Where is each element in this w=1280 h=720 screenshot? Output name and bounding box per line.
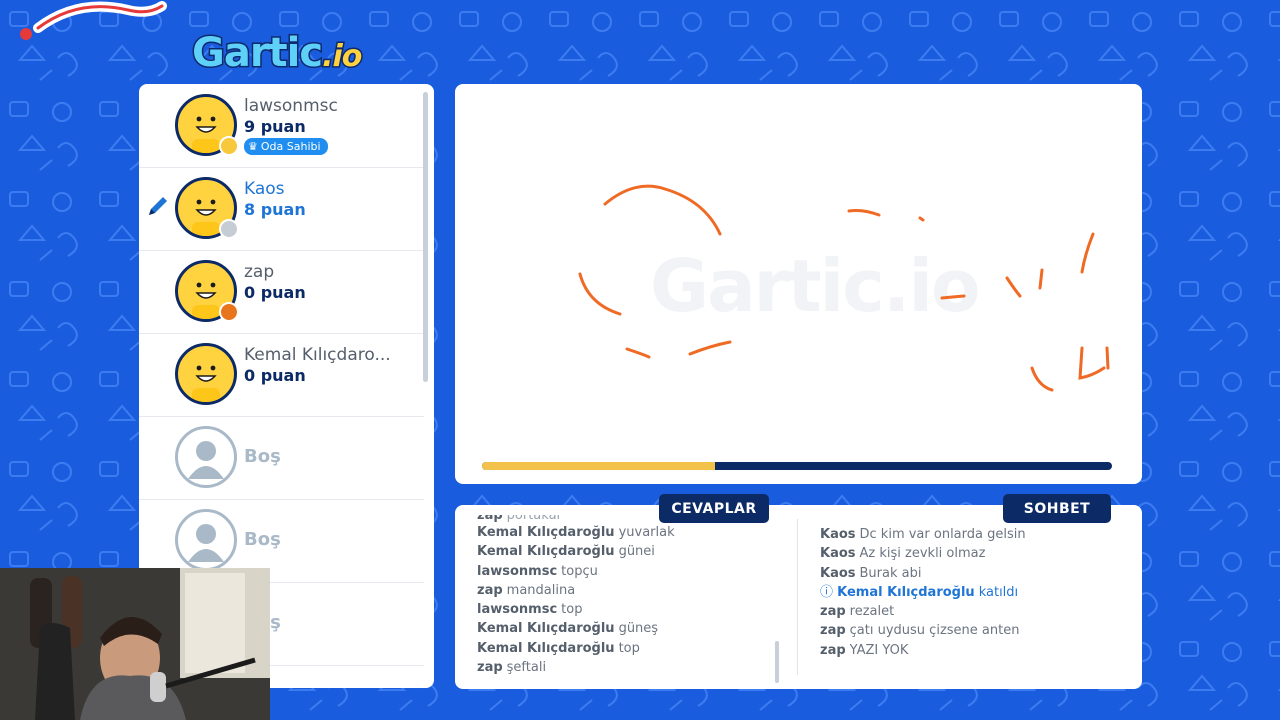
message-user: Kemal Kılıçdaroğlu [477, 621, 615, 637]
player-name: Kemal Kılıçdaro... [244, 345, 391, 365]
message-text: mandalina [506, 582, 576, 598]
player-row[interactable]: Kemal Kılıçdaro... 0 puan [139, 333, 424, 417]
message-text: yuvarlak [618, 525, 675, 540]
chat-list: Kaos Dc kim var onlarda gelsin Kaos Az kişi… [820, 525, 1120, 660]
status-dot [219, 136, 239, 156]
status-dot [219, 302, 239, 322]
message-text: YAZI YOK [849, 642, 909, 658]
answer-item: Kemal Kılıçdaroğlu yuvarlak [477, 523, 777, 542]
logo-text: Gartic [190, 29, 324, 78]
message-text: günei [618, 544, 655, 560]
message-user: Kemal Kılıçdaroğlu [837, 584, 975, 600]
answer-item: lawsonmsc topçu [477, 562, 777, 581]
message-user: Kaos [820, 527, 856, 542]
chat-message: ⓘ Kemal Kılıçdaroğlu katıldı [820, 583, 1120, 602]
message-user: Kaos [820, 565, 856, 581]
player-list-scrollbar[interactable] [423, 92, 428, 382]
chat-message: zap rezalet [820, 602, 1120, 621]
empty-slot-label: Boş [244, 446, 281, 467]
message-user: Kemal Kılıçdaroğlu [477, 640, 615, 656]
message-user: zap [820, 642, 846, 658]
empty-avatar [175, 426, 237, 488]
drawing-canvas[interactable]: Gartic.io [455, 84, 1142, 484]
message-user: zap [820, 604, 846, 620]
webcam-feed [0, 568, 270, 720]
channel-logo [20, 1, 167, 40]
message-text: güneş [618, 621, 659, 637]
player-row[interactable]: zap 0 puan [139, 250, 424, 334]
message-user: lawsonmsc [477, 563, 558, 579]
player-row[interactable]: lawsonmsc 9 puan ♛ Oda Sahibi [139, 84, 424, 168]
answer-item: Kemal Kılıçdaroğlu günei [477, 542, 777, 561]
chat-message: zap YAZI YOK [820, 641, 1120, 660]
chat-message: zap çatı uydusu çizsene anten [820, 621, 1120, 640]
gartic-logo: Gartic.io [190, 29, 364, 78]
drawing-strokes [578, 184, 1110, 392]
answer-item: lawsonmsc top [477, 600, 777, 619]
pencil-icon [149, 197, 167, 215]
logo-suffix: .io [321, 38, 364, 76]
message-text: portakal [506, 515, 561, 523]
avatar [175, 343, 237, 405]
message-user: Kemal Kılıçdaroğlu [477, 525, 615, 540]
message-text: Az kişi zevkli olmaz [859, 546, 986, 562]
message-text: şeftali [506, 660, 547, 676]
message-text: Burak abi [859, 565, 922, 581]
message-user: zap [820, 623, 846, 639]
badge-label: Oda Sahibi [260, 140, 321, 153]
message-text: top [561, 602, 583, 618]
player-name: zap [244, 262, 275, 282]
info-icon: ⓘ [820, 584, 838, 600]
status-dot [219, 219, 239, 239]
player-name: Kaos [244, 179, 285, 199]
answers-scrollbar[interactable] [775, 641, 779, 683]
message-user: zap [477, 515, 503, 523]
player-row[interactable]: Kaos 8 puan [139, 167, 424, 251]
answers-list: zap portakal Kemal Kılıçdaroğlu yuvarlak Kem… [477, 515, 777, 677]
player-name: lawsonmsc [244, 96, 338, 116]
empty-avatar [175, 509, 237, 571]
message-user: zap [477, 660, 503, 676]
message-user: Kemal Kılıçdaroğlu [477, 544, 615, 560]
message-text: topçu [561, 563, 598, 579]
answer-item: Kemal Kılıçdaroğlu top [477, 639, 777, 658]
message-text: rezalet [849, 604, 895, 620]
room-owner-badge: ♛ Oda Sahibi [244, 138, 328, 155]
panel-divider [797, 519, 798, 675]
message-user: zap [477, 582, 503, 598]
chat-message: Kaos Az kişi zevkli olmaz [820, 544, 1120, 563]
answer-item: zap şeftali [477, 658, 777, 677]
crown-icon: ♛ [248, 140, 258, 153]
answers-chat-panel: zap portakal Kemal Kılıçdaroğlu yuvarlak Kem… [455, 505, 1142, 689]
answer-item: Kemal Kılıçdaroğlu güneş [477, 619, 777, 638]
tab-chat[interactable]: SOHBET [1003, 494, 1111, 523]
turn-timer-fill [482, 462, 716, 470]
message-user: lawsonmsc [477, 602, 558, 618]
chat-message: Kaos Burak abi [820, 564, 1120, 583]
answer-item: zap mandalina [477, 581, 777, 600]
message-text: Dc kim var onlarda gelsin [859, 527, 1026, 542]
tab-answers[interactable]: CEVAPLAR [659, 494, 769, 523]
empty-slot[interactable]: Boş [139, 416, 424, 500]
webcam-overlay [0, 568, 270, 720]
player-score: 9 puan [244, 117, 306, 136]
message-user: Kaos [820, 546, 856, 562]
turn-timer-bar [482, 462, 1112, 470]
message-text: top [618, 640, 640, 656]
player-score: 8 puan [244, 200, 306, 219]
empty-slot-label: Boş [244, 529, 281, 550]
player-score: 0 puan [244, 283, 306, 302]
message-text: çatı uydusu çizsene anten [849, 623, 1020, 639]
chat-message: Kaos Dc kim var onlarda gelsin [820, 525, 1120, 544]
player-score: 0 puan [244, 366, 306, 385]
message-text: katıldı [978, 584, 1019, 600]
